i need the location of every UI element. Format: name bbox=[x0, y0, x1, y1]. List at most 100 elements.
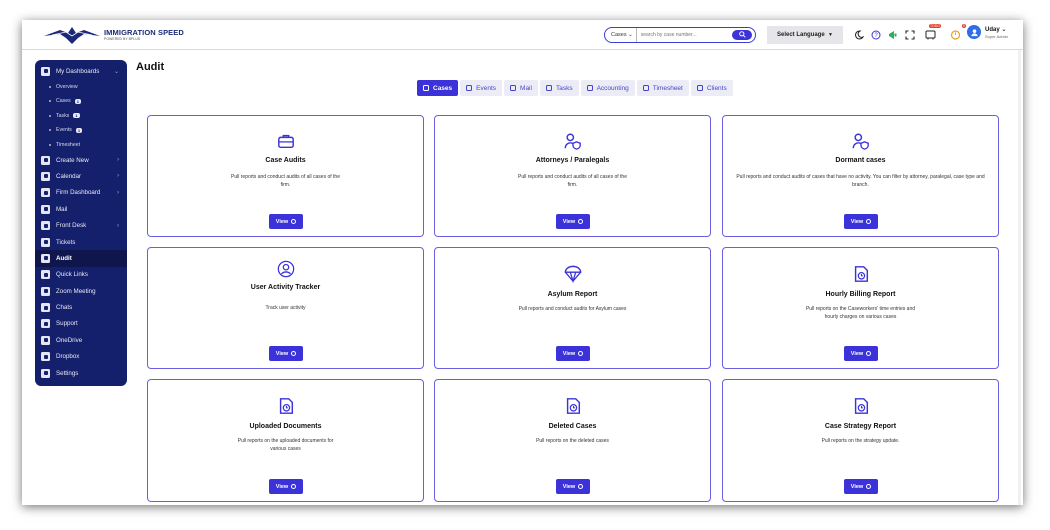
audit-card-attorneys-paralegals: Attorneys / Paralegals Pull reports and c… bbox=[434, 115, 711, 237]
tickets-icon bbox=[41, 237, 50, 247]
audit-card-deleted-cases: Deleted Cases Pull reports on the deleted… bbox=[434, 379, 711, 502]
tab-label: Mail bbox=[520, 84, 532, 92]
view-button-label: View bbox=[562, 218, 576, 225]
sidebar-item-chats[interactable]: Chats bbox=[35, 299, 127, 315]
top-header: IMMIGRATION SPEED POWERED BY BPLUS Cases… bbox=[22, 20, 1023, 50]
chats-icon bbox=[41, 303, 50, 313]
sidebar-item-zoom-meeting[interactable]: Zoom Meeting bbox=[35, 283, 127, 299]
chevron-right-icon: › bbox=[117, 173, 119, 180]
audit-card-uploaded-documents: Uploaded Documents Pull reports on the up… bbox=[147, 379, 424, 502]
card-title: User Activity Tracker bbox=[250, 284, 321, 291]
sidebar-item-tickets[interactable]: Tickets bbox=[35, 234, 127, 250]
audit-card-user-activity-tracker: User Activity Tracker Track user activity… bbox=[147, 247, 424, 369]
sidebar-item-front-desk[interactable]: Front Desk › bbox=[35, 217, 127, 233]
tab-cases[interactable]: Cases bbox=[417, 80, 459, 96]
language-select[interactable]: Select Language ▼ bbox=[767, 26, 843, 44]
card-description: Pull reports and conduct audits of all c… bbox=[231, 174, 340, 188]
eagle-logo-icon bbox=[44, 27, 100, 44]
settings-icon bbox=[41, 368, 50, 378]
avatar bbox=[967, 25, 981, 39]
report-clock-icon bbox=[723, 397, 998, 415]
fullscreen-icon[interactable] bbox=[903, 28, 916, 41]
megaphone-icon[interactable] bbox=[886, 28, 899, 41]
app-window: IMMIGRATION SPEED POWERED BY BPLUS Cases… bbox=[22, 20, 1023, 505]
view-button[interactable]: View bbox=[269, 214, 303, 229]
view-button[interactable]: View bbox=[844, 479, 878, 494]
tab-label: Timesheet bbox=[652, 84, 683, 92]
sidebar-item-firm-dashboard[interactable]: Firm Dashboard › bbox=[35, 185, 127, 201]
card-title: Deleted Cases bbox=[548, 423, 597, 430]
timer-icon[interactable]: 0 bbox=[949, 24, 966, 41]
tab-events[interactable]: Events bbox=[460, 80, 503, 96]
help-icon[interactable]: ? bbox=[869, 28, 882, 41]
moon-icon[interactable] bbox=[852, 28, 865, 41]
sidebar-item-create-new[interactable]: Create New › bbox=[35, 152, 127, 168]
sidebar-item-dropbox[interactable]: Dropbox bbox=[35, 349, 127, 365]
audit-tabs: Cases Events Mail Tasks Accounting Timesheet C… bbox=[417, 80, 735, 96]
chevron-down-icon: ⌄ bbox=[113, 68, 119, 75]
view-button-label: View bbox=[850, 218, 864, 225]
cases-icon bbox=[423, 85, 429, 91]
view-button[interactable]: View bbox=[844, 346, 878, 361]
search-input[interactable] bbox=[636, 32, 727, 38]
sidebar-item-audit[interactable]: Audit bbox=[35, 250, 127, 267]
brand-logo[interactable]: IMMIGRATION SPEED POWERED BY BPLUS bbox=[42, 24, 184, 46]
briefcase-icon bbox=[148, 132, 423, 150]
view-button[interactable]: View bbox=[269, 479, 303, 494]
view-button[interactable]: View bbox=[844, 214, 878, 229]
sidebar-item-support[interactable]: Support bbox=[35, 316, 127, 332]
card-title: Case Strategy Report bbox=[824, 423, 897, 430]
sidebar-item-label: Dropbox bbox=[56, 353, 80, 361]
tab-mail[interactable]: Mail bbox=[504, 80, 538, 96]
clock-icon bbox=[578, 484, 584, 489]
sidebar-sub-tasks[interactable]: Tasks 1 bbox=[35, 108, 127, 123]
quick-links-icon bbox=[41, 270, 50, 280]
search-type-select[interactable]: Cases ⌄ bbox=[605, 28, 637, 42]
sidebar-sub-timesheet[interactable]: Timesheet bbox=[35, 137, 127, 152]
sidebar-item-label: Firm Dashboard bbox=[56, 189, 101, 197]
clock-icon bbox=[291, 484, 297, 489]
todo-icon[interactable]: TODO bbox=[924, 24, 941, 41]
view-button-label: View bbox=[850, 483, 864, 490]
sidebar-item-onedrive[interactable]: OneDrive bbox=[35, 332, 127, 348]
sidebar-item-settings[interactable]: Settings bbox=[35, 365, 127, 381]
tab-tasks[interactable]: Tasks bbox=[539, 80, 579, 96]
view-button[interactable]: View bbox=[556, 479, 590, 494]
sidebar-sub-events[interactable]: Events 1 bbox=[35, 123, 127, 138]
accounting-icon bbox=[586, 85, 593, 91]
user-menu[interactable]: Uday ⌄ Super Admin bbox=[967, 25, 1008, 39]
view-button-label: View bbox=[275, 350, 289, 357]
sidebar-sub-overview[interactable]: Overview bbox=[35, 79, 127, 94]
audit-card-case-strategy-report: Case Strategy Report Pull reports on the … bbox=[722, 379, 999, 502]
view-button[interactable]: View bbox=[556, 214, 590, 229]
clock-icon bbox=[578, 351, 584, 356]
tab-clients[interactable]: Clients bbox=[690, 80, 733, 96]
brand-subtitle: POWERED BY BPLUS bbox=[104, 36, 141, 41]
tab-timesheet[interactable]: Timesheet bbox=[636, 80, 689, 96]
view-button[interactable]: View bbox=[269, 346, 303, 361]
sidebar-item-my-dashboards[interactable]: My Dashboards ⌄ bbox=[35, 63, 127, 79]
sidebar-item-mail[interactable]: Mail bbox=[35, 201, 127, 217]
firm-dashboard-icon bbox=[41, 188, 50, 198]
user-shield-icon bbox=[435, 132, 710, 150]
clock-icon bbox=[866, 484, 872, 489]
audit-card-dormant-cases: Dormant cases Pull reports and conduct au… bbox=[722, 115, 999, 237]
sidebar-item-calendar[interactable]: Calendar › bbox=[35, 168, 127, 184]
zoom-meeting-icon bbox=[41, 286, 50, 296]
events-icon bbox=[466, 85, 473, 91]
card-description: Track user activity bbox=[265, 305, 306, 311]
sidebar-item-quick-links[interactable]: Quick Links bbox=[35, 267, 127, 283]
sidebar-sub-cases[interactable]: Cases 1 bbox=[35, 94, 127, 109]
sidebar-item-label: Tickets bbox=[56, 238, 76, 246]
brand-title: IMMIGRATION SPEED bbox=[104, 28, 184, 37]
create-new-icon bbox=[41, 155, 50, 165]
view-button-label: View bbox=[562, 483, 576, 490]
card-description: Pull reports on the deleted cases bbox=[536, 438, 609, 444]
tab-accounting[interactable]: Accounting bbox=[580, 80, 635, 96]
chevron-right-icon: › bbox=[117, 189, 119, 196]
scrollbar[interactable] bbox=[1018, 50, 1021, 505]
view-button[interactable]: View bbox=[556, 346, 590, 361]
search-button[interactable] bbox=[732, 29, 752, 40]
sidebar: My Dashboards ⌄ Overview Cases 1 Tasks 1 E… bbox=[35, 60, 127, 386]
audit-icon bbox=[41, 253, 50, 263]
